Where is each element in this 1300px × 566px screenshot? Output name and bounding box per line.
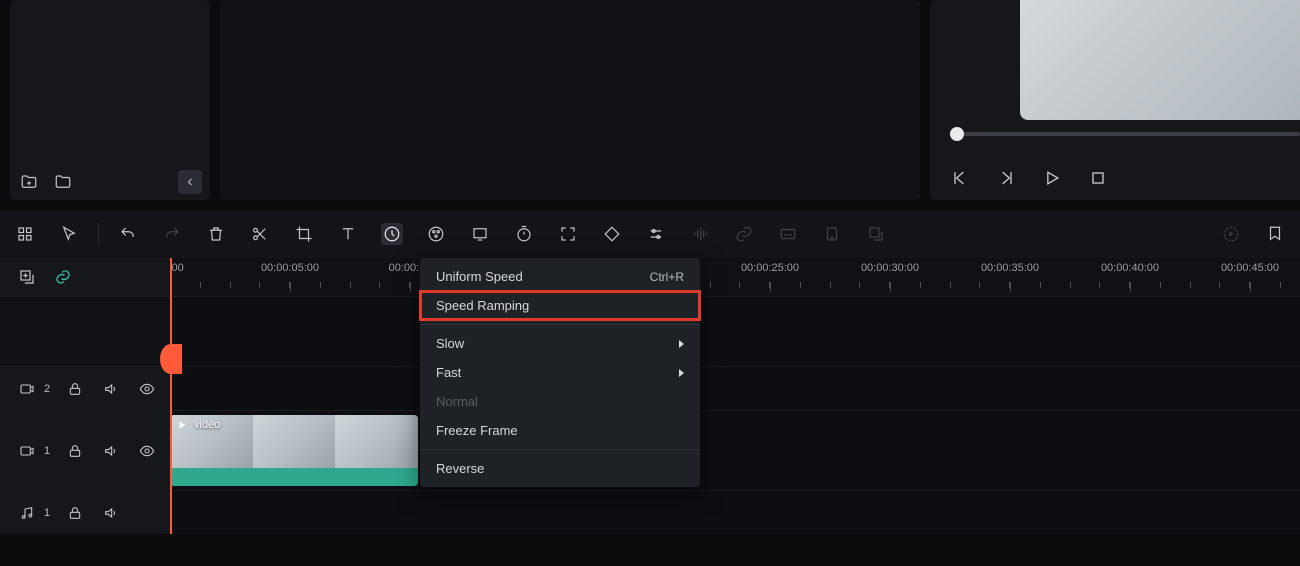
track-index: 1 xyxy=(44,507,50,519)
track-index: 2 xyxy=(44,383,50,395)
ruler-label: 00:00 xyxy=(170,262,200,274)
split-icon[interactable] xyxy=(249,223,271,245)
subtitle-icon[interactable] xyxy=(777,223,799,245)
cursor-tool-icon[interactable] xyxy=(58,223,80,245)
text-icon[interactable] xyxy=(337,223,359,245)
menu-speed-ramping[interactable]: Speed Ramping xyxy=(420,291,700,320)
next-frame-button[interactable] xyxy=(996,168,1016,188)
redo-icon[interactable] xyxy=(161,223,183,245)
color-icon[interactable] xyxy=(425,223,447,245)
ruler-label: 00:00:40:00 xyxy=(1100,262,1160,274)
player-panel xyxy=(930,0,1300,200)
audio-icon[interactable] xyxy=(689,223,711,245)
playhead[interactable] xyxy=(170,258,172,534)
marker-icon[interactable] xyxy=(1264,223,1286,245)
timeline-toolbar xyxy=(0,210,1300,258)
clip-play-icon xyxy=(176,419,188,431)
fit-icon[interactable] xyxy=(557,223,579,245)
menu-fast[interactable]: Fast xyxy=(420,358,700,387)
menu-label: Slow xyxy=(436,336,464,351)
video-track-icon xyxy=(16,440,38,462)
menu-shortcut: Ctrl+R xyxy=(650,270,684,284)
visibility-icon[interactable] xyxy=(136,378,158,400)
ruler-label: 00:00:05:00 xyxy=(260,262,320,274)
video-clip[interactable]: video xyxy=(170,415,418,486)
add-folder-icon[interactable] xyxy=(18,171,40,193)
export-icon[interactable] xyxy=(865,223,887,245)
delete-icon[interactable] xyxy=(205,223,227,245)
mute-track-icon[interactable] xyxy=(100,378,122,400)
folder-icon[interactable] xyxy=(52,171,74,193)
player-video-thumbnail xyxy=(1020,0,1300,120)
ruler-label: 00:00:45:00 xyxy=(1220,262,1280,274)
timer-icon[interactable] xyxy=(513,223,535,245)
lock-track-icon[interactable] xyxy=(64,378,86,400)
audio-track-1: 1 xyxy=(0,490,1300,534)
player-scrubber-knob[interactable] xyxy=(950,127,964,141)
adjust-icon[interactable] xyxy=(645,223,667,245)
time-ruler[interactable]: 00:00 00:00:05:00 00:00:10 00:00:15:00 0… xyxy=(170,258,1300,296)
track-link-icon[interactable] xyxy=(52,266,74,288)
menu-label: Reverse xyxy=(436,461,484,476)
prev-frame-button[interactable] xyxy=(950,168,970,188)
track-index: 1 xyxy=(44,445,50,457)
speed-context-menu: Uniform Speed Ctrl+R Speed Ramping Slow … xyxy=(420,258,700,487)
player-scrubber[interactable] xyxy=(950,132,1300,136)
device-icon[interactable] xyxy=(821,223,843,245)
video-track-icon xyxy=(16,378,38,400)
mute-track-icon[interactable] xyxy=(100,440,122,462)
menu-label: Uniform Speed xyxy=(436,269,523,284)
mute-track-icon[interactable] xyxy=(100,502,122,524)
menu-uniform-speed[interactable]: Uniform Speed Ctrl+R xyxy=(420,262,700,291)
link-icon[interactable] xyxy=(733,223,755,245)
clip-label: video xyxy=(194,419,220,431)
menu-label: Freeze Frame xyxy=(436,423,518,438)
menu-normal: Normal xyxy=(420,387,700,416)
menu-slow[interactable]: Slow xyxy=(420,329,700,358)
speed-icon[interactable] xyxy=(381,223,403,245)
menu-label: Normal xyxy=(436,394,478,409)
ruler-label: 00:00:30:00 xyxy=(860,262,920,274)
undo-icon[interactable] xyxy=(117,223,139,245)
audio-track-icon xyxy=(16,502,38,524)
layout-grid-icon[interactable] xyxy=(14,223,36,245)
chevron-right-icon xyxy=(679,340,684,348)
media-bin-panel xyxy=(10,0,210,200)
menu-reverse[interactable]: Reverse xyxy=(420,454,700,483)
menu-freeze-frame[interactable]: Freeze Frame xyxy=(420,416,700,445)
collapse-panel-button[interactable] xyxy=(178,170,202,194)
keyframe-icon[interactable] xyxy=(601,223,623,245)
menu-label: Fast xyxy=(436,365,461,380)
crop-icon[interactable] xyxy=(293,223,315,245)
add-track-icon[interactable] xyxy=(16,266,38,288)
menu-label: Speed Ramping xyxy=(436,298,529,313)
lock-track-icon[interactable] xyxy=(64,440,86,462)
center-preview-panel xyxy=(220,0,920,200)
stop-button[interactable] xyxy=(1088,168,1108,188)
chevron-right-icon xyxy=(679,369,684,377)
lock-track-icon[interactable] xyxy=(64,502,86,524)
visibility-icon[interactable] xyxy=(136,440,158,462)
playhead-handle[interactable] xyxy=(160,344,182,374)
play-button[interactable] xyxy=(1042,168,1062,188)
render-icon[interactable] xyxy=(1220,223,1242,245)
mask-screen-icon[interactable] xyxy=(469,223,491,245)
ruler-label: 00:00:35:00 xyxy=(980,262,1040,274)
ruler-label: 00:00:25:00 xyxy=(740,262,800,274)
